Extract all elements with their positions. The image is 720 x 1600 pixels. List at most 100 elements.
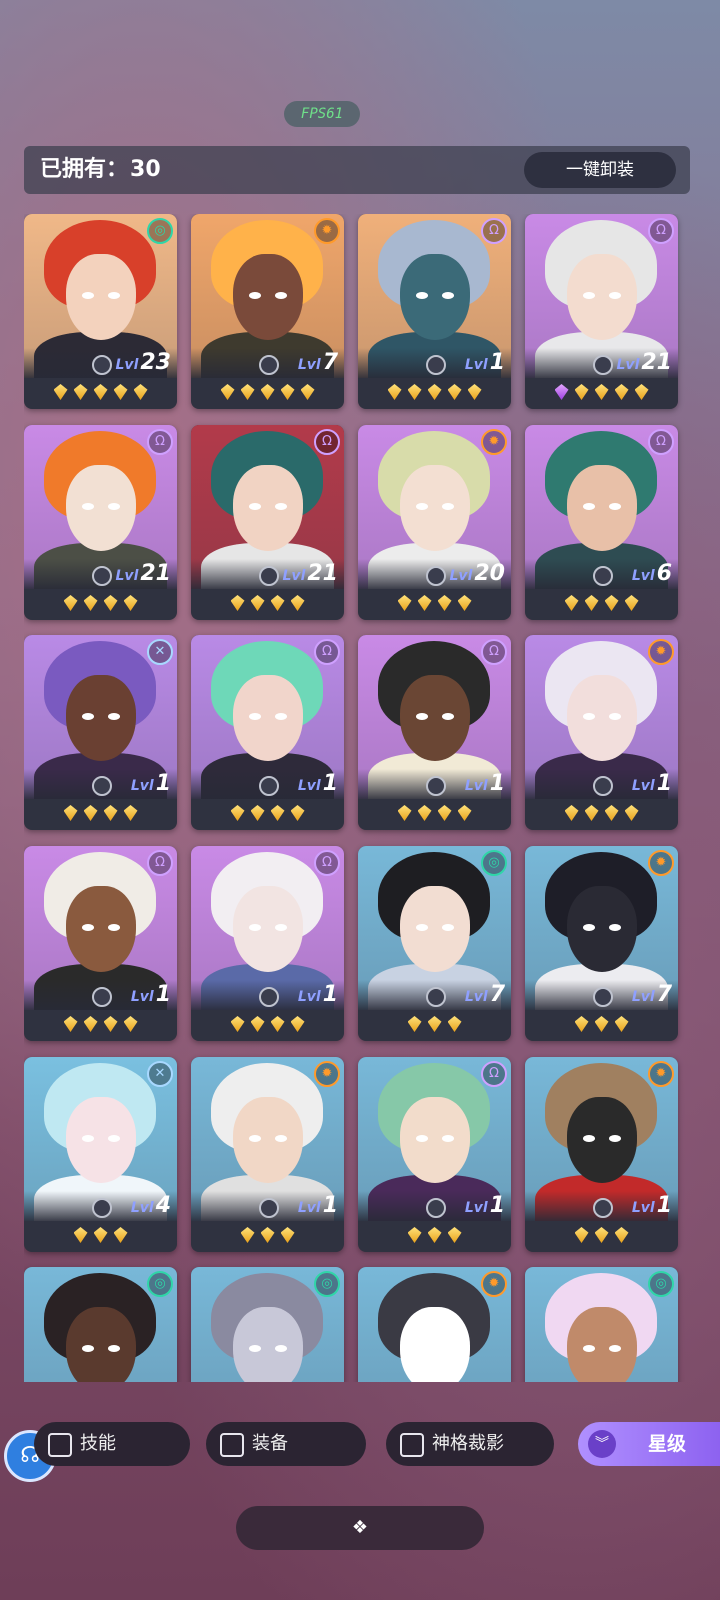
purple-star-icon — [554, 384, 569, 400]
gold-star-icon — [93, 1227, 108, 1243]
hero-card[interactable]: Ω Lvl1 — [24, 846, 177, 1041]
hero-card[interactable]: ✕ Lvl4 — [24, 1057, 177, 1252]
hero-eye — [275, 292, 287, 299]
faction-badge-icon: ✹ — [314, 1061, 340, 1087]
awaken-ring-icon — [92, 355, 112, 375]
gold-star-icon — [270, 1016, 285, 1032]
awaken-ring-icon — [92, 566, 112, 586]
gold-star-icon — [387, 384, 402, 400]
hero-card[interactable]: ◎ — [525, 1267, 678, 1382]
level-row: Lvl1 — [358, 348, 511, 378]
hero-level: Lvl1 — [298, 982, 338, 1007]
hero-eye — [583, 713, 595, 720]
gold-star-icon — [83, 1016, 98, 1032]
level-prefix: Lvl — [130, 1200, 154, 1216]
hero-eye — [442, 924, 454, 931]
hero-card[interactable]: ✹ Lvl20 — [358, 425, 511, 620]
hero-level: Lvl1 — [298, 771, 338, 796]
owned-header: 已拥有：30 一键卸装 — [24, 146, 690, 194]
hero-eye — [416, 1345, 428, 1352]
hero-eye — [249, 503, 261, 510]
gold-star-icon — [594, 1227, 609, 1243]
gold-star-icon — [63, 1016, 78, 1032]
faction-badge-icon: Ω — [481, 639, 507, 665]
level-prefix: Lvl — [616, 357, 640, 373]
star-rating — [525, 380, 678, 404]
hero-card[interactable]: ✹ Lvl1 — [525, 1057, 678, 1252]
hero-level: Lvl1 — [465, 771, 505, 796]
hero-card[interactable]: ◎ — [191, 1267, 344, 1382]
hero-card[interactable]: ✹ Lvl7 — [525, 846, 678, 1041]
hero-card[interactable]: Ω Lvl1 — [358, 214, 511, 409]
hero-card[interactable]: ◎ Lvl23 — [24, 214, 177, 409]
level-prefix: Lvl — [464, 1200, 488, 1216]
star-rating — [24, 801, 177, 825]
star-rating — [191, 1223, 344, 1247]
filter-skill[interactable]: 技能 — [34, 1422, 190, 1466]
gold-star-icon — [280, 1227, 295, 1243]
hero-card[interactable]: Ω Lvl1 — [191, 846, 344, 1041]
gold-star-icon — [427, 1016, 442, 1032]
hero-level: Lvl21 — [116, 561, 171, 586]
hero-card[interactable]: ◎ Lvl7 — [358, 846, 511, 1041]
gold-star-icon — [280, 384, 295, 400]
level-prefix: Lvl — [130, 989, 154, 1005]
level-prefix: Lvl — [282, 568, 306, 584]
level-prefix: Lvl — [297, 1200, 321, 1216]
hero-eye — [275, 1345, 287, 1352]
awaken-ring-icon — [259, 566, 279, 586]
gold-star-icon — [270, 805, 285, 821]
awaken-ring-icon — [426, 566, 446, 586]
awaken-ring-icon — [259, 1198, 279, 1218]
hero-face — [66, 675, 136, 761]
gold-star-icon — [594, 1016, 609, 1032]
awaken-ring-icon — [259, 987, 279, 1007]
hero-face — [400, 1097, 470, 1183]
level-value: 1 — [155, 982, 171, 1007]
hero-card[interactable]: ✕ Lvl1 — [24, 635, 177, 830]
level-value: 20 — [474, 561, 505, 586]
gold-star-icon — [290, 805, 305, 821]
level-value: 7 — [322, 350, 338, 375]
filter-equip[interactable]: 装备 — [206, 1422, 366, 1466]
unequip-all-button[interactable]: 一键卸装 — [524, 152, 676, 188]
gold-star-icon — [240, 1227, 255, 1243]
sort-star-level-button[interactable]: ︾ 星级 — [578, 1422, 720, 1466]
gold-star-icon — [614, 1016, 629, 1032]
hero-card[interactable]: ✹ Lvl7 — [191, 214, 344, 409]
gold-star-icon — [447, 384, 462, 400]
hero-card[interactable]: Ω Lvl1 — [358, 635, 511, 830]
collapse-handle-button[interactable]: ❖ — [236, 1506, 484, 1550]
level-prefix: Lvl — [297, 357, 321, 373]
hero-face — [567, 1097, 637, 1183]
hero-level: Lvl23 — [116, 350, 171, 375]
hero-eye — [442, 1345, 454, 1352]
faction-badge-icon: ✹ — [648, 850, 674, 876]
faction-badge-icon: ✹ — [648, 1061, 674, 1087]
gold-star-icon — [417, 805, 432, 821]
awaken-ring-icon — [593, 987, 613, 1007]
level-row: Lvl21 — [191, 559, 344, 589]
hero-card[interactable]: ✹ Lvl1 — [525, 635, 678, 830]
hero-card[interactable]: ◎ — [24, 1267, 177, 1382]
hero-card[interactable]: Ω Lvl21 — [24, 425, 177, 620]
gold-star-icon — [103, 1016, 118, 1032]
hero-card[interactable]: Ω Lvl1 — [191, 635, 344, 830]
filter-shadow[interactable]: 神格裁影 — [386, 1422, 554, 1466]
level-value: 1 — [155, 771, 171, 796]
hero-card[interactable]: Ω Lvl1 — [358, 1057, 511, 1252]
level-value: 1 — [322, 1193, 338, 1218]
level-row: Lvl23 — [24, 348, 177, 378]
hero-eye — [108, 713, 120, 720]
hero-card[interactable]: ✹ Lvl1 — [191, 1057, 344, 1252]
hero-face — [233, 254, 303, 340]
hero-card[interactable]: Ω Lvl21 — [191, 425, 344, 620]
hero-eye — [609, 503, 621, 510]
gold-star-icon — [594, 384, 609, 400]
gold-star-icon — [624, 595, 639, 611]
hero-card[interactable]: Ω Lvl6 — [525, 425, 678, 620]
hero-card[interactable]: ✹ — [358, 1267, 511, 1382]
gold-star-icon — [250, 1016, 265, 1032]
hero-card[interactable]: Ω Lvl21 — [525, 214, 678, 409]
hero-eye — [609, 713, 621, 720]
